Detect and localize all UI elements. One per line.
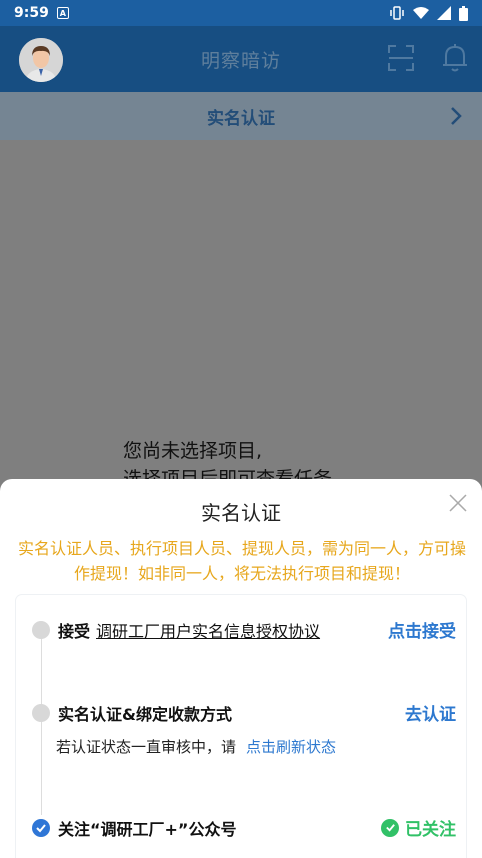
refresh-hint: 若认证状态一直审核中，请 点击刷新状态 bbox=[56, 736, 336, 757]
sheet-title: 实名认证 bbox=[201, 501, 281, 525]
empty-message-line1: 您尚未选择项目, bbox=[123, 440, 263, 462]
bell-icon[interactable] bbox=[441, 43, 469, 73]
step1-prefix: 接受 bbox=[58, 621, 91, 641]
step1-dot bbox=[32, 620, 50, 639]
realname-bottom-sheet: 实名认证 实名认证人员、执行项目人员、提现人员，需为同一人，方可操作提现！如非同… bbox=[0, 479, 482, 858]
refresh-hint-text: 若认证状态一直审核中，请 bbox=[56, 738, 237, 756]
signal-icon bbox=[437, 6, 451, 20]
app-header: 明察暗访 bbox=[0, 26, 482, 92]
step-follow-account: 关注“调研工厂+”公众号 已关注 bbox=[32, 815, 456, 840]
agreement-link[interactable]: 调研工厂用户实名信息授权协议 bbox=[96, 618, 320, 642]
accept-button[interactable]: 点击接受 bbox=[388, 617, 456, 642]
battery-icon bbox=[459, 5, 468, 21]
vibrate-icon bbox=[390, 6, 404, 20]
chevron-right-icon bbox=[451, 107, 462, 125]
step-accept-agreement: 接受 调研工厂用户实名信息授权协议 点击接受 bbox=[32, 617, 456, 642]
step2-label: 实名认证&绑定收款方式 bbox=[58, 704, 232, 724]
notification-a-icon: A bbox=[56, 7, 69, 19]
verify-button[interactable]: 去认证 bbox=[405, 700, 456, 725]
followed-check-icon bbox=[381, 818, 399, 837]
timeline-line bbox=[41, 635, 42, 815]
step-verify: 实名认证&绑定收款方式 去认证 bbox=[32, 700, 456, 725]
steps-card: 接受 调研工厂用户实名信息授权协议 点击接受 实名认证&绑定收款方式 去认证 若… bbox=[16, 595, 466, 858]
followed-status: 已关注 bbox=[381, 815, 456, 840]
refresh-status-link[interactable]: 点击刷新状态 bbox=[246, 736, 336, 757]
realname-banner-label: 实名认证 bbox=[207, 108, 275, 129]
status-bar: 9:59 A bbox=[0, 0, 482, 26]
wifi-icon bbox=[413, 7, 429, 19]
scan-icon[interactable] bbox=[388, 45, 414, 71]
close-icon[interactable] bbox=[449, 494, 467, 512]
status-icons bbox=[389, 5, 468, 21]
realname-banner[interactable]: 实名认证 bbox=[0, 92, 482, 140]
step3-label: 关注“调研工厂+”公众号 bbox=[58, 819, 237, 839]
status-time: 9:59 bbox=[14, 5, 49, 21]
step2-dot bbox=[32, 703, 50, 722]
sheet-notice: 实名认证人员、执行项目人员、提现人员，需为同一人，方可操作提现！如非同一人，将无… bbox=[17, 539, 466, 583]
step3-check-icon bbox=[32, 818, 50, 837]
followed-label: 已关注 bbox=[405, 820, 456, 840]
